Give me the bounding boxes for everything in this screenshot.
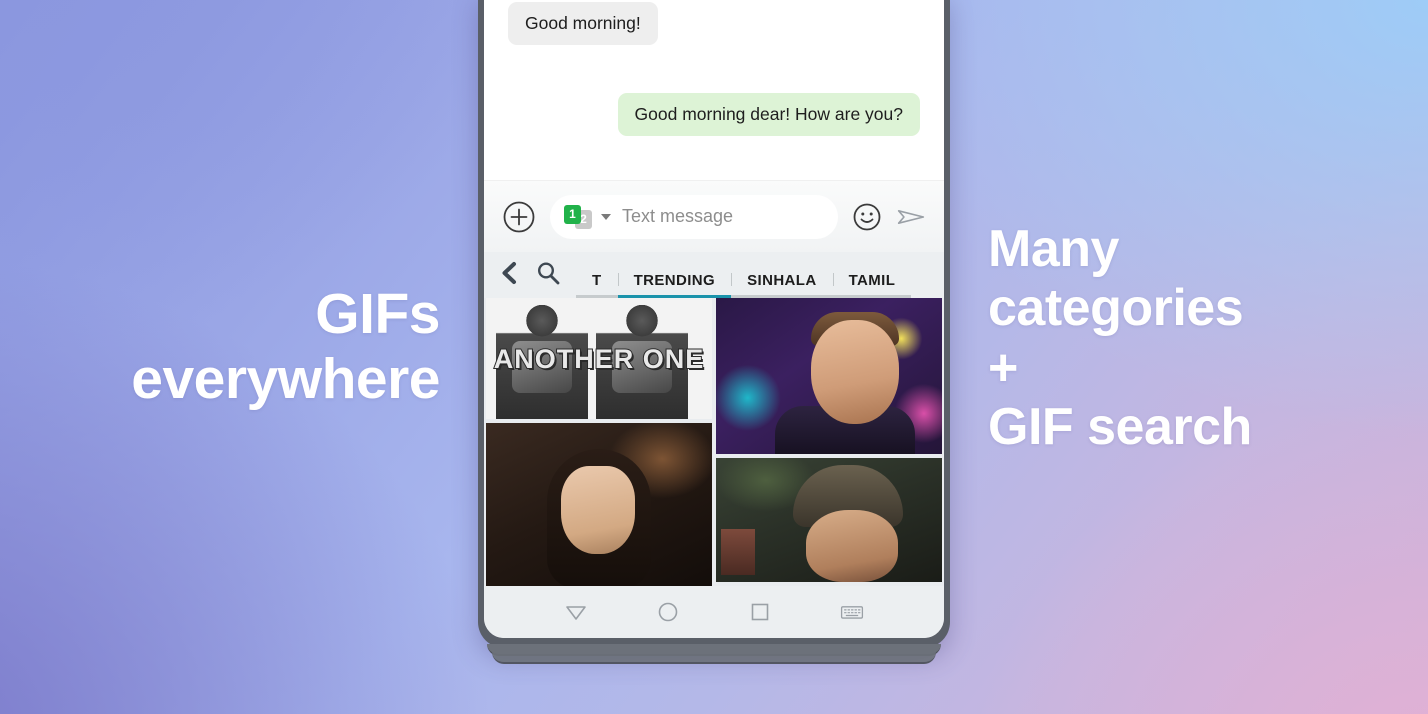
gif-tile-man-foliage[interactable]	[716, 458, 942, 582]
gif-column-left: ANOTHER ONE	[486, 298, 712, 586]
send-plane-icon[interactable]	[896, 202, 926, 232]
message-input-bar: 2 1 Text message	[484, 180, 944, 252]
gif-tile-woman-portrait[interactable]	[486, 423, 712, 586]
foliage-brick	[720, 528, 755, 575]
right-headline: Many categories + GIF search	[988, 220, 1252, 456]
keyboard-icon[interactable]	[839, 599, 865, 625]
sim-slot-1-badge: 1	[564, 204, 581, 224]
message-bubble-outgoing: Good morning dear! How are you?	[617, 93, 920, 136]
circle-icon[interactable]	[655, 599, 681, 625]
foliage-face	[806, 510, 899, 582]
plus-circle-icon[interactable]	[502, 200, 536, 234]
message-row-outgoing: Good morning dear! How are you?	[508, 93, 920, 136]
phone-edge-layer-2	[492, 652, 936, 664]
tab-tamil[interactable]: TAMIL	[832, 272, 912, 298]
portrait-face	[560, 465, 635, 554]
gif-tile-another-one[interactable]: ANOTHER ONE	[486, 298, 712, 420]
chevron-left-icon[interactable]	[496, 259, 524, 287]
message-row-incoming: Good morning!	[508, 0, 920, 45]
gif-results-grid[interactable]: ANOTHER ONE	[484, 298, 944, 586]
smiley-icon[interactable]	[852, 202, 882, 232]
text-message-input[interactable]: Text message	[618, 206, 824, 227]
tab-sinhala[interactable]: SINHALA	[731, 272, 833, 298]
phone-screen: Good morning! Good morning dear! How are…	[484, 0, 944, 638]
message-bubble-incoming: Good morning!	[508, 2, 658, 45]
tab-trending[interactable]: TRENDING	[617, 272, 732, 298]
chevron-down-icon[interactable]	[601, 213, 611, 220]
search-icon[interactable]	[534, 259, 562, 287]
triangle-down-icon[interactable]	[563, 599, 589, 625]
phone-mockup: Good morning! Good morning dear! How are…	[478, 0, 950, 664]
gif-tile-stage-smile[interactable]	[716, 298, 942, 454]
gif-category-tabs: T TRENDING SINHALA TAMIL	[576, 272, 912, 298]
compose-field[interactable]: 2 1 Text message	[550, 194, 838, 239]
gif-tab-bar: T TRENDING SINHALA TAMIL	[484, 252, 944, 298]
android-navigation-bar	[484, 586, 944, 638]
gif-tile-caption: ANOTHER ONE	[493, 343, 705, 375]
sim-selector-icon[interactable]: 2 1	[564, 204, 594, 229]
square-icon[interactable]	[747, 599, 773, 625]
left-headline: GIFs everywhere	[131, 282, 440, 411]
promo-banner: GIFs everywhere Many categories + GIF se…	[0, 0, 1428, 714]
tab-t[interactable]: T	[576, 272, 618, 298]
gif-column-right	[716, 298, 942, 586]
conversation-thread: Good morning! Good morning dear! How are…	[484, 0, 944, 180]
stage-face	[810, 319, 899, 424]
